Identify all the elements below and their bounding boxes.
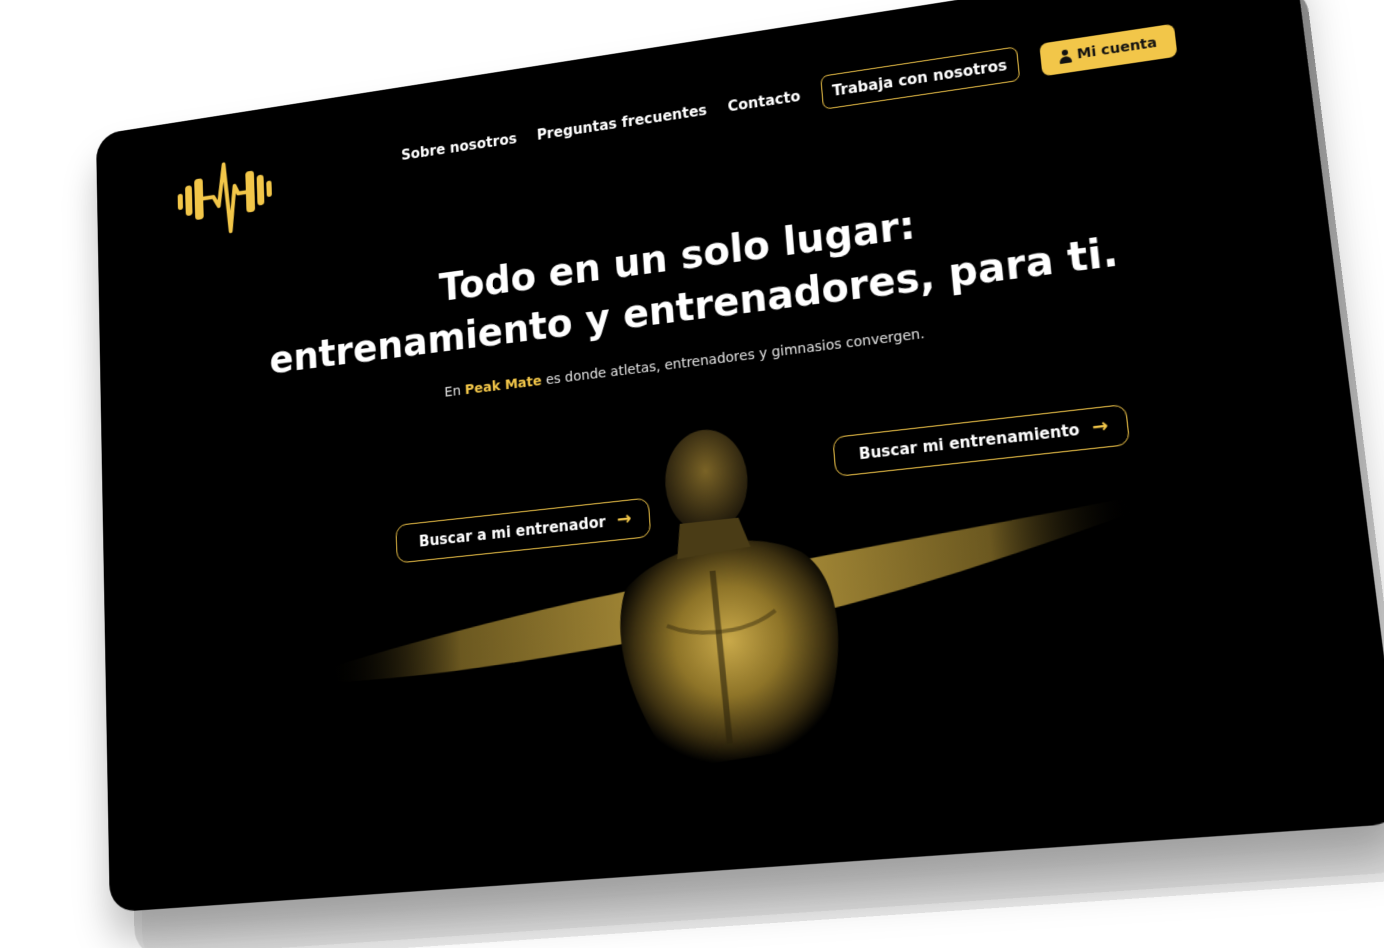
subtitle-prefix: En <box>444 383 461 400</box>
dumbbell-heartbeat-logo[interactable] <box>177 154 273 243</box>
main-nav: Sobre nosotros Preguntas frecuentes Cont… <box>400 23 1177 172</box>
nav-about-us[interactable]: Sobre nosotros <box>401 130 517 164</box>
arrow-right-icon: → <box>1091 417 1109 437</box>
arrow-right-icon: → <box>617 510 633 529</box>
my-account-label: Mi cuenta <box>1076 35 1158 62</box>
website-screen: Sobre nosotros Preguntas frecuentes Cont… <box>96 0 1384 912</box>
stage: Sobre nosotros Preguntas frecuentes Cont… <box>0 0 1384 948</box>
nav-contact[interactable]: Contacto <box>727 88 801 116</box>
work-with-us-button[interactable]: Trabaja con nosotros <box>820 46 1020 109</box>
my-account-button[interactable]: Mi cuenta <box>1039 24 1178 77</box>
nav-faq[interactable]: Preguntas frecuentes <box>536 102 707 144</box>
user-icon <box>1058 49 1072 64</box>
brand-name: Peak Mate <box>465 373 543 398</box>
